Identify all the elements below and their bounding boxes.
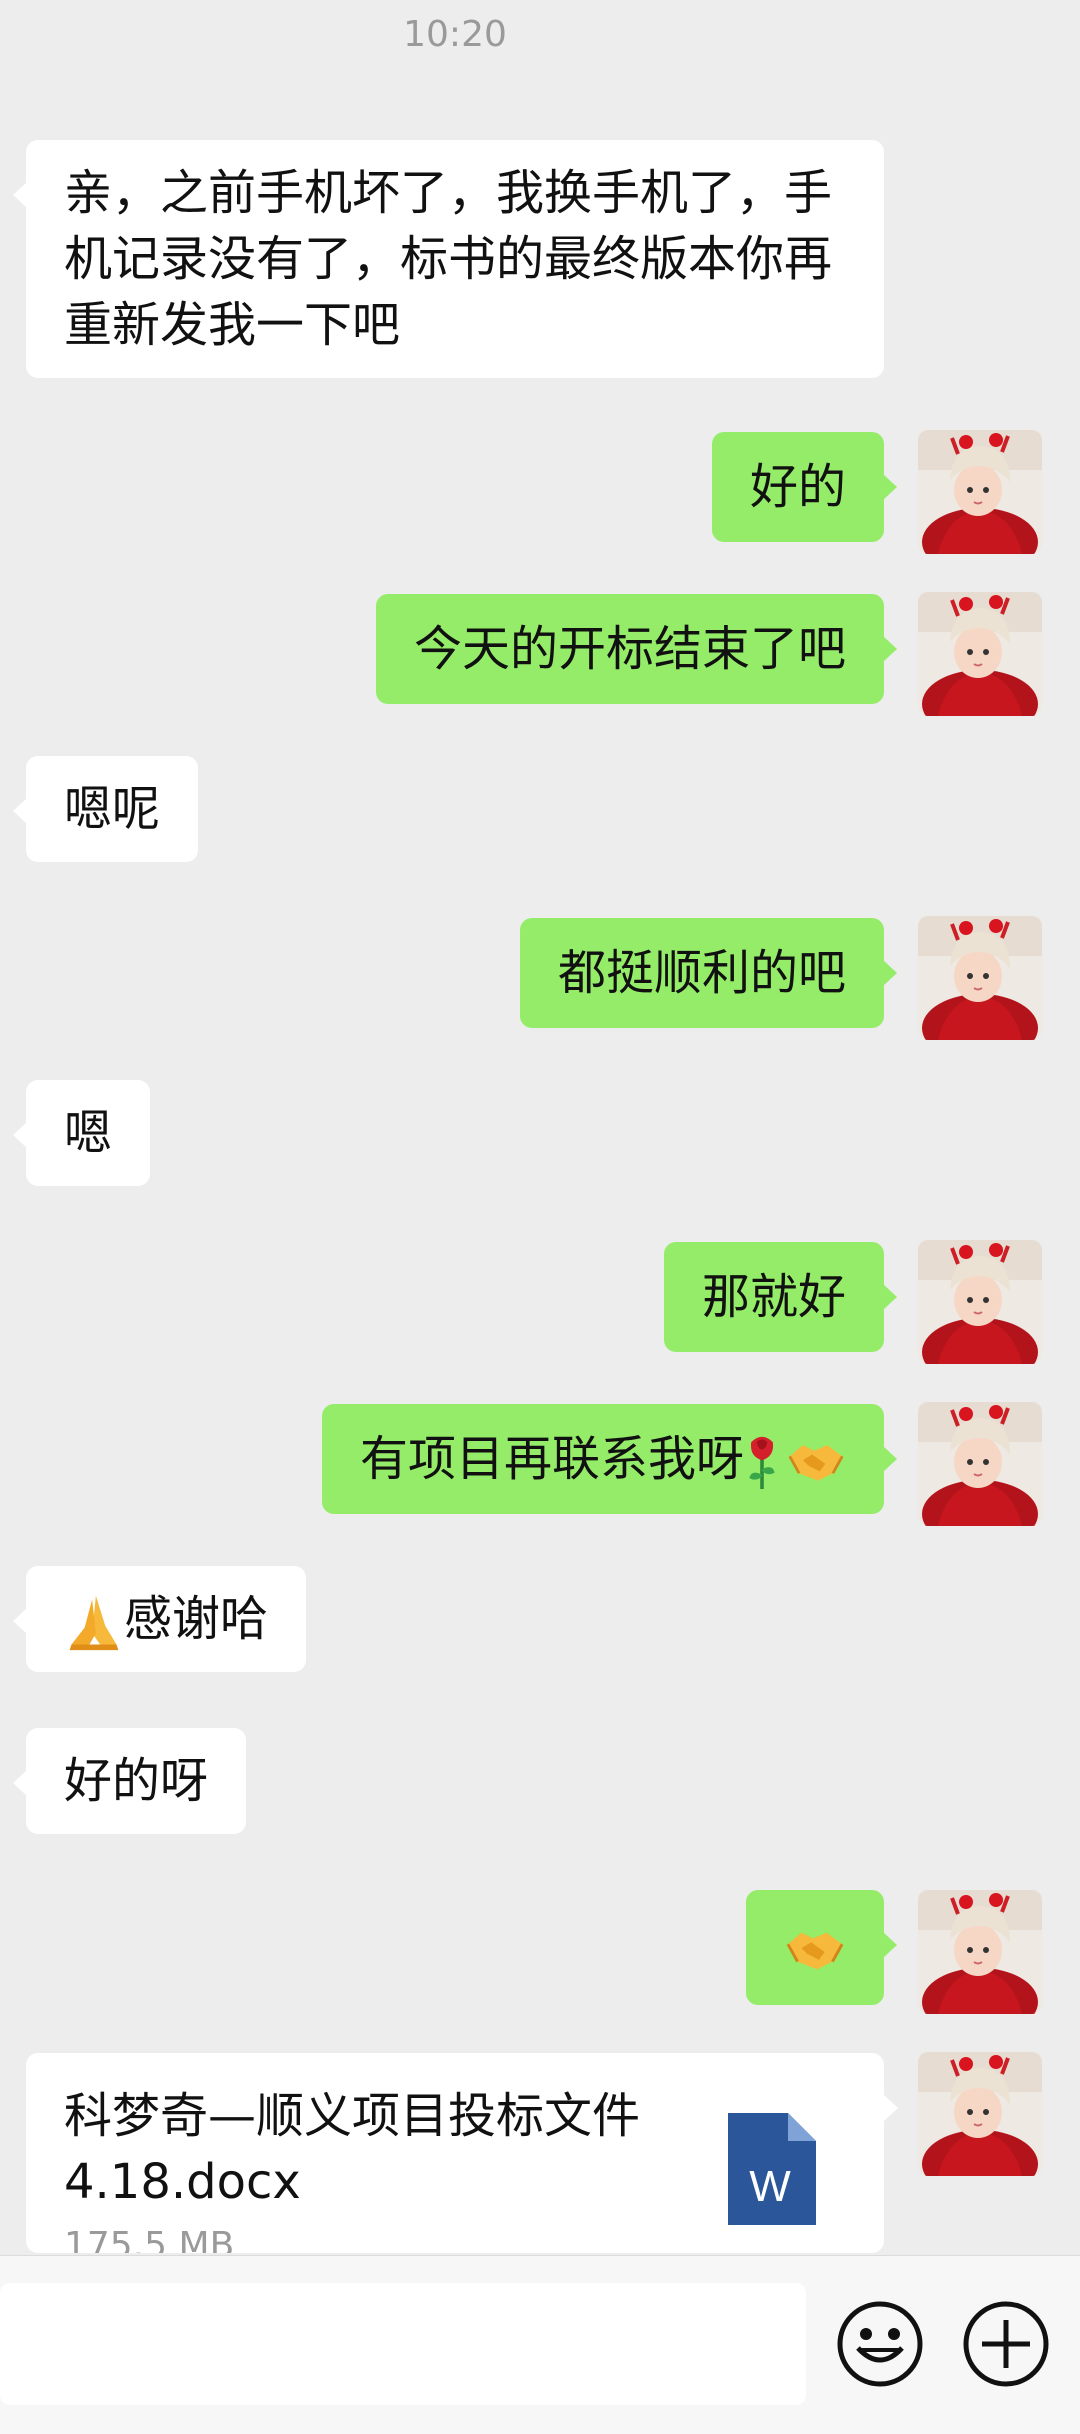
message-text: 有项目再联系我呀 xyxy=(359,1431,744,1487)
file-card-pointer xyxy=(884,2095,898,2121)
message-bubble-outgoing[interactable]: 今天的开标结束了吧 xyxy=(375,594,898,704)
rose-emoji-icon xyxy=(744,1433,780,1491)
message-text: 今天的开标结束了吧 xyxy=(413,621,846,677)
message-text: 嗯呢 xyxy=(64,781,161,837)
message-text: 感谢哈 xyxy=(124,1591,269,1647)
avatar[interactable] xyxy=(918,592,1042,716)
plus-icon[interactable] xyxy=(960,2298,1052,2390)
emoji-icon[interactable] xyxy=(834,2298,926,2390)
message-bubble-incoming[interactable]: 好的呀 xyxy=(12,1728,247,1834)
message-bubble-outgoing[interactable]: 都挺顺利的吧 xyxy=(519,918,898,1028)
message-bubble-outgoing[interactable]: 那就好 xyxy=(663,1242,898,1352)
svg-text:W: W xyxy=(749,2162,791,2211)
avatar[interactable] xyxy=(918,1240,1042,1364)
avatar[interactable] xyxy=(918,1890,1042,2014)
message-input-bar xyxy=(0,2255,1080,2434)
message-text: 亲，之前手机坏了，我换手机了，手机记录没有了，标书的最终版本你再重新发我一下吧 xyxy=(64,165,833,353)
folded-hands-emoji-icon xyxy=(64,1592,124,1652)
word-file-icon: W xyxy=(728,2113,816,2225)
message-bubble-incoming[interactable]: 感谢哈 xyxy=(12,1566,307,1672)
message-bubble-incoming[interactable]: 嗯呢 xyxy=(12,756,199,862)
message-text: 嗯 xyxy=(64,1105,113,1161)
file-name: 科梦奇—顺义项目投标文件4.18.docx xyxy=(64,2088,641,2210)
avatar[interactable] xyxy=(918,2052,1042,2176)
message-bubble-incoming[interactable]: 嗯 xyxy=(12,1080,151,1186)
avatar[interactable] xyxy=(918,1402,1042,1526)
message-bubble-outgoing[interactable]: 有项目再联系我呀 xyxy=(321,1404,898,1514)
message-text: 都挺顺利的吧 xyxy=(557,945,846,1001)
message-text: 好的 xyxy=(749,459,846,515)
avatar[interactable] xyxy=(918,430,1042,554)
handshake-emoji-icon xyxy=(784,1919,846,1981)
message-input[interactable] xyxy=(0,2283,806,2405)
message-text: 那就好 xyxy=(701,1269,846,1325)
file-message-card[interactable]: 科梦奇—顺义项目投标文件4.18.docx 175.5 MB W xyxy=(26,2053,884,2253)
avatar[interactable] xyxy=(918,916,1042,1040)
handshake-emoji-icon xyxy=(786,1432,846,1492)
file-size: 175.5 MB xyxy=(64,2225,235,2253)
message-text: 好的呀 xyxy=(64,1753,209,1809)
message-bubble-outgoing[interactable]: 好的 xyxy=(711,432,898,542)
message-bubble-outgoing[interactable] xyxy=(746,1890,897,2005)
message-bubble-incoming[interactable]: 亲，之前手机坏了，我换手机了，手机记录没有了，标书的最终版本你再重新发我一下吧 xyxy=(13,140,884,378)
message-timestamp: 10:20 xyxy=(403,14,507,55)
